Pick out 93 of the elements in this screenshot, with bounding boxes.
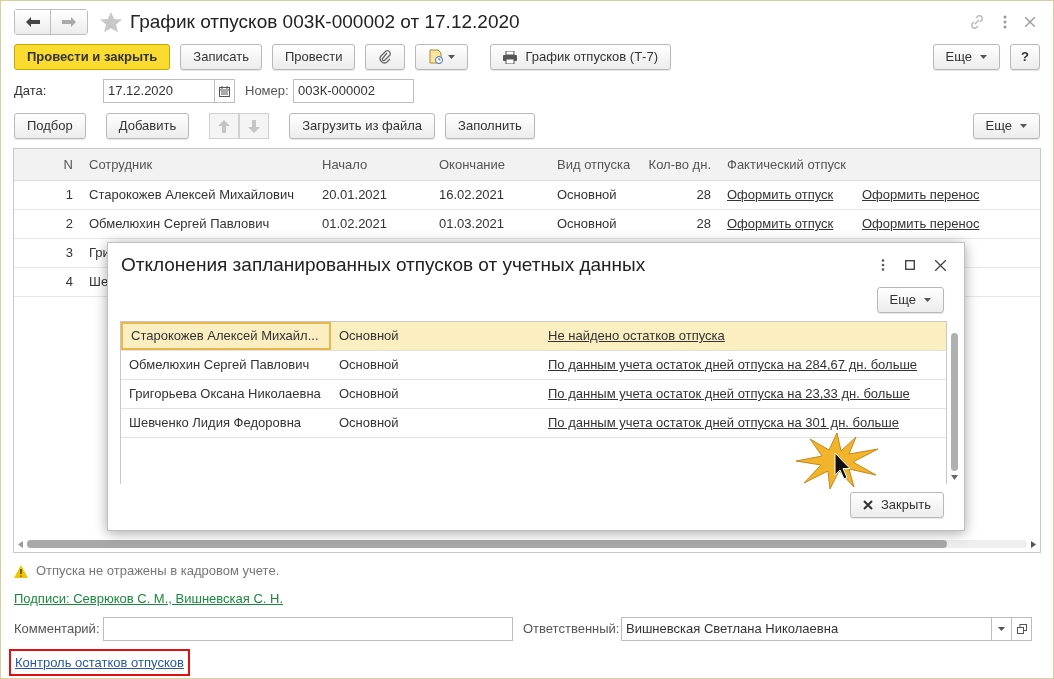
- table-cell: Основной: [557, 187, 617, 203]
- column-header[interactable]: Начало: [314, 154, 431, 175]
- down-arrow-icon: [248, 119, 261, 133]
- paperclip-icon: [378, 49, 393, 65]
- column-header[interactable]: N: [14, 154, 81, 175]
- post-and-close-button[interactable]: Провести и закрыть: [14, 44, 171, 70]
- column-header[interactable]: Фактический отпуск: [719, 154, 1040, 175]
- date-field[interactable]: 17.12.2020: [103, 79, 235, 103]
- warning-text: Отпуска не отражены в кадровом учете.: [36, 562, 280, 581]
- column-header[interactable]: Сотрудник: [81, 154, 314, 175]
- table-cell-text: Основной: [338, 356, 400, 375]
- table-cell: Старокожев Алексей Михайл...: [121, 322, 331, 350]
- close-dialog-button[interactable]: Закрыть: [849, 492, 944, 518]
- register-vacation-link[interactable]: Оформить отпуск: [727, 187, 834, 203]
- kebab-menu-icon[interactable]: [881, 259, 885, 271]
- help-button[interactable]: ?: [1010, 44, 1040, 70]
- toolbar-button[interactable]: Провести: [271, 44, 356, 70]
- column-header[interactable]: Окончание: [431, 154, 549, 175]
- table-toolbar-button[interactable]: Добавить: [105, 113, 190, 139]
- attach-button[interactable]: [365, 44, 406, 70]
- column-header[interactable]: Кол-во дн.: [639, 154, 719, 175]
- maximize-icon[interactable]: [905, 260, 915, 270]
- up-arrow-icon: [218, 119, 231, 133]
- table-cell: Ше: [89, 274, 109, 290]
- window-title: График отпусков 003К-000002 от 17.12.2020: [130, 9, 520, 34]
- document-menu-button[interactable]: [415, 44, 469, 70]
- print-button[interactable]: График отпусков (Т-7): [490, 44, 671, 70]
- close-icon: [862, 500, 873, 510]
- scroll-right-icon[interactable]: [1031, 540, 1036, 548]
- table-cell-text: Григорьева Оксана Николаевна: [128, 385, 322, 404]
- load-from-file-button[interactable]: Загрузить из файла: [289, 113, 436, 139]
- table-cell-text: Основной: [338, 414, 400, 433]
- caret-icon: [924, 298, 931, 302]
- deviation-link[interactable]: По данным учета остаток дней отпуска на 284,67 дн. больше: [548, 357, 918, 373]
- table-cell: 16.02.2021: [439, 187, 505, 203]
- table-cell-text: 3: [64, 244, 74, 263]
- signatures-link[interactable]: Подписи: Севрюков С. М., Вишневская С. Н.: [14, 591, 284, 606]
- table-cell-text: 2: [64, 215, 74, 234]
- table-cell: Старокожев Алексей Михайлович: [89, 187, 294, 203]
- table-cell-text: Шевченко Лидия Федоровна: [128, 414, 303, 433]
- back-button[interactable]: [15, 10, 51, 34]
- forward-arrow-icon: [62, 17, 76, 27]
- close-icon[interactable]: [935, 259, 946, 271]
- fill-button[interactable]: Заполнить: [445, 113, 535, 139]
- printer-icon: [503, 50, 518, 64]
- list-row[interactable]: Старокожев Алексей Михайл... Основной Не найдено остатков отпуска: [121, 322, 946, 351]
- open-window-icon: [1016, 623, 1027, 634]
- number-field[interactable]: 003К-000002: [293, 79, 414, 103]
- deviation-link[interactable]: Не найдено остатков отпуска: [548, 328, 725, 344]
- caret-icon: [998, 626, 1005, 631]
- horizontal-scrollbar[interactable]: [27, 540, 1027, 548]
- number-label: Номер:: [245, 82, 290, 101]
- table-cell: Обмелюхин Сергей Павлович: [89, 216, 270, 232]
- date-label: Дата:: [14, 82, 48, 101]
- comment-label: Комментарий:: [14, 619, 101, 638]
- register-transfer-link[interactable]: Оформить перенос: [862, 187, 980, 203]
- table-cell-text: Обмелюхин Сергей Павлович: [128, 356, 311, 375]
- table-cell: 01.03.2021: [439, 216, 505, 232]
- table-cell-text: 1: [64, 186, 74, 205]
- comment-field[interactable]: [103, 616, 513, 641]
- toolbar-button[interactable]: Записать: [180, 44, 262, 70]
- caret-icon: [448, 55, 456, 59]
- star-icon[interactable]: [100, 11, 122, 33]
- column-header[interactable]: Вид отпуска: [549, 154, 639, 175]
- more-button[interactable]: Еще: [972, 113, 1040, 139]
- dialog-title: Отклонения запланированных отпусков от учетных данных: [121, 252, 646, 277]
- caret-icon: [980, 55, 987, 59]
- deviation-link[interactable]: По данным учета остаток дней отпуска на 301 дн. больше: [548, 415, 899, 431]
- balance-control-link[interactable]: Контроль остатков отпусков: [9, 648, 190, 676]
- table-cell: 01.02.2021: [322, 216, 388, 232]
- scroll-left-icon[interactable]: [18, 540, 23, 548]
- table-cell-text: 4: [64, 273, 74, 292]
- table-cell: 20.01.2021: [322, 187, 388, 203]
- register-transfer-link[interactable]: Оформить перенос: [862, 216, 980, 232]
- scroll-down-icon[interactable]: [950, 475, 958, 480]
- more-button[interactable]: Еще: [932, 44, 1000, 70]
- table-cell: Основной: [557, 216, 617, 232]
- deviation-link[interactable]: По данным учета остаток дней отпуска на 23,33 дн. больше: [548, 386, 910, 402]
- table-cell-text: Основной: [338, 385, 400, 404]
- register-vacation-link[interactable]: Оформить отпуск: [727, 216, 834, 232]
- table-cell: 28: [696, 216, 711, 232]
- cursor-highlight-icon: [794, 431, 880, 491]
- back-arrow-icon: [25, 17, 40, 27]
- table-toolbar-button[interactable]: Подбор: [14, 113, 86, 139]
- more-button[interactable]: Еще: [876, 287, 944, 313]
- document-clock-icon: [428, 49, 445, 65]
- table-cell-text: Основной: [338, 327, 400, 346]
- caret-icon: [1020, 124, 1027, 128]
- responsible-field[interactable]: Вишневская Светлана Николаевна: [621, 616, 1032, 641]
- responsible-label: Ответственный:: [523, 619, 621, 638]
- link-icon[interactable]: [969, 14, 985, 30]
- warning-icon: [14, 564, 28, 578]
- table-cell: 28: [696, 187, 711, 203]
